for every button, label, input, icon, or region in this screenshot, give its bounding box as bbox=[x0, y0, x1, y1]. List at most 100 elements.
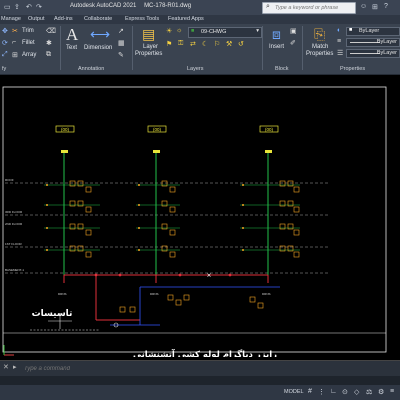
modify-panel-label[interactable]: fy bbox=[2, 66, 6, 72]
app-title: Autodesk AutoCAD 2021 bbox=[70, 3, 137, 9]
customization-icon[interactable]: ≡ bbox=[390, 388, 394, 395]
snap-icon[interactable]: ⋮ bbox=[318, 388, 325, 396]
text-icon[interactable]: A bbox=[66, 25, 78, 45]
command-prompt-icon: ▸ bbox=[13, 364, 17, 371]
command-input[interactable] bbox=[24, 364, 394, 374]
help-icon[interactable]: ? bbox=[384, 3, 388, 10]
sprinkler-heads bbox=[46, 184, 244, 251]
riser-tag-3: (00) bbox=[259, 125, 279, 133]
tab-output[interactable]: Output bbox=[28, 16, 45, 22]
redo-icon[interactable]: ↷ bbox=[36, 3, 42, 11]
mark-icon[interactable]: ✎ bbox=[118, 51, 124, 59]
dimension-icon[interactable]: ⟷ bbox=[90, 26, 110, 43]
document-name: MC-178-R01.dwg bbox=[144, 3, 192, 9]
insert-icon[interactable]: ⧈ bbox=[272, 26, 281, 43]
lineweight-sample bbox=[350, 53, 380, 54]
chevron-down-icon: ▾ bbox=[256, 28, 259, 34]
layer-on-icon[interactable]: ☀ bbox=[166, 27, 172, 35]
lineweight-dropdown[interactable]: ByLayer bbox=[346, 49, 400, 58]
floor-label-basement: BASEMENT-1 bbox=[5, 268, 24, 272]
layer-freeze-icon[interactable]: ☼ bbox=[176, 27, 182, 34]
match-properties-icon[interactable]: ⎘ bbox=[314, 26, 325, 43]
layer-walk-icon[interactable]: ⚐ bbox=[214, 40, 220, 48]
scale-icon[interactable]: ⤢ bbox=[2, 51, 8, 59]
polar-icon[interactable]: ⊙ bbox=[342, 388, 348, 396]
drain-label-2: DRNS bbox=[150, 292, 159, 296]
linetype-icon[interactable]: ≡ bbox=[337, 38, 341, 45]
insert-button[interactable]: Insert bbox=[269, 44, 284, 50]
tab-express-tools[interactable]: Express Tools bbox=[125, 16, 159, 22]
drawing-canvas[interactable]: (00) (00) (00) ROOF 3RD FLOOR 2ND FLOOR … bbox=[0, 75, 400, 357]
rotate-icon[interactable]: ⟳ bbox=[2, 39, 8, 47]
floor-label-roof: ROOF bbox=[5, 178, 14, 182]
layers-panel-label[interactable]: Layers bbox=[187, 66, 204, 72]
trim-button[interactable]: Trim bbox=[22, 28, 34, 34]
block-edit-icon[interactable]: ✐ bbox=[290, 39, 296, 47]
trim-icon[interactable]: ✂ bbox=[12, 27, 18, 35]
layer-properties-line2[interactable]: Properties bbox=[135, 51, 162, 57]
layer-properties-icon[interactable]: ▤ bbox=[142, 26, 155, 43]
floor-label-1st: 1ST FLOOR bbox=[5, 242, 22, 246]
layer-color-swatch: ■ bbox=[191, 28, 195, 34]
search-icon: ⌕ bbox=[266, 3, 270, 10]
drain-label-1: DRNS bbox=[58, 292, 67, 296]
search-input[interactable] bbox=[275, 3, 353, 12]
layer-previous-icon[interactable]: ↺ bbox=[238, 40, 244, 48]
leader-icon[interactable]: ↗ bbox=[118, 27, 124, 35]
dimension-button[interactable]: Dimension bbox=[84, 45, 112, 51]
explode-icon[interactable]: ✱ bbox=[46, 39, 52, 47]
fillet-icon[interactable]: ⌐ bbox=[12, 39, 16, 46]
erase-icon[interactable]: ⌫ bbox=[46, 27, 56, 35]
block-panel-label[interactable]: Block bbox=[275, 66, 288, 72]
tab-manage[interactable]: Manage bbox=[1, 16, 21, 22]
match-properties-line2[interactable]: Properties bbox=[306, 51, 333, 57]
table-icon[interactable]: ▦ bbox=[118, 39, 125, 47]
tab-featured-apps[interactable]: Featured Apps bbox=[168, 16, 204, 22]
layer-match-icon[interactable]: ⇄ bbox=[190, 40, 196, 48]
layer-properties-line1[interactable]: Layer bbox=[143, 44, 158, 50]
undo-icon[interactable]: ↶ bbox=[26, 3, 32, 11]
match-properties-line1[interactable]: Match bbox=[312, 44, 328, 50]
layer-off-icon[interactable]: ☾ bbox=[202, 40, 208, 48]
user-icon[interactable]: ☺ bbox=[360, 3, 367, 10]
ucs-icon bbox=[3, 345, 14, 356]
riser-tag-2-label: (00) bbox=[153, 127, 162, 132]
move-icon[interactable]: ✥ bbox=[2, 27, 8, 35]
green-risers bbox=[63, 153, 269, 275]
model-space-toggle[interactable]: MODEL bbox=[284, 389, 304, 395]
close-icon[interactable]: ✕ bbox=[3, 363, 9, 371]
tab-add-ins[interactable]: Add-ins bbox=[54, 16, 73, 22]
layer-isolate-icon[interactable]: ⚑ bbox=[166, 40, 172, 48]
array-button[interactable]: Array bbox=[22, 52, 36, 58]
quick-access-icon[interactable]: ▭ bbox=[4, 3, 11, 11]
text-button[interactable]: Text bbox=[66, 45, 77, 51]
layer-dropdown[interactable]: ■ 09-CHWG ▾ bbox=[188, 27, 262, 38]
share-icon[interactable]: ⇪ bbox=[14, 3, 20, 11]
workspace-gear-icon[interactable]: ⚙ bbox=[378, 388, 384, 396]
layer-lock-icon[interactable]: ⚿ bbox=[178, 40, 183, 48]
linetype-dropdown[interactable]: ByLayer bbox=[346, 38, 400, 47]
riser-tag-1-label: (00) bbox=[61, 127, 70, 132]
annotation-panel-label[interactable]: Annotation bbox=[78, 66, 104, 72]
properties-panel-label[interactable]: Properties bbox=[340, 66, 365, 72]
lineweight-icon[interactable]: ☰ bbox=[337, 49, 343, 57]
array-icon[interactable]: ⊞ bbox=[12, 51, 18, 59]
fillet-button[interactable]: Fillet bbox=[22, 40, 35, 46]
color-swatch: ■ bbox=[349, 27, 353, 33]
layer-merge-icon[interactable]: ⚒ bbox=[226, 40, 232, 48]
ribbon-tabs: Manage Output Add-ins Collaborate Expres… bbox=[0, 15, 400, 24]
tab-collaborate[interactable]: Collaborate bbox=[84, 16, 112, 22]
grid-icon[interactable]: # bbox=[308, 388, 312, 395]
color-dropdown[interactable]: ■ ByLayer bbox=[346, 27, 400, 36]
search-box[interactable]: ⌕ bbox=[262, 2, 356, 14]
bylayer-color: ByLayer bbox=[359, 28, 380, 34]
block-create-icon[interactable]: ▣ bbox=[290, 27, 297, 35]
color-icon[interactable]: ◐ bbox=[337, 27, 341, 34]
osnap-icon[interactable]: ◇ bbox=[354, 388, 359, 396]
ortho-icon[interactable]: ∟ bbox=[330, 388, 337, 395]
diagram-title: رایزر دیاگرام لوله کشی آتشنشانی bbox=[133, 348, 277, 357]
cart-icon[interactable]: ⊞ bbox=[372, 3, 378, 11]
annotation-scale-icon[interactable]: ⚖ bbox=[366, 388, 372, 396]
offset-icon[interactable]: ⧉ bbox=[46, 51, 51, 59]
riser-cap-1 bbox=[61, 150, 68, 153]
